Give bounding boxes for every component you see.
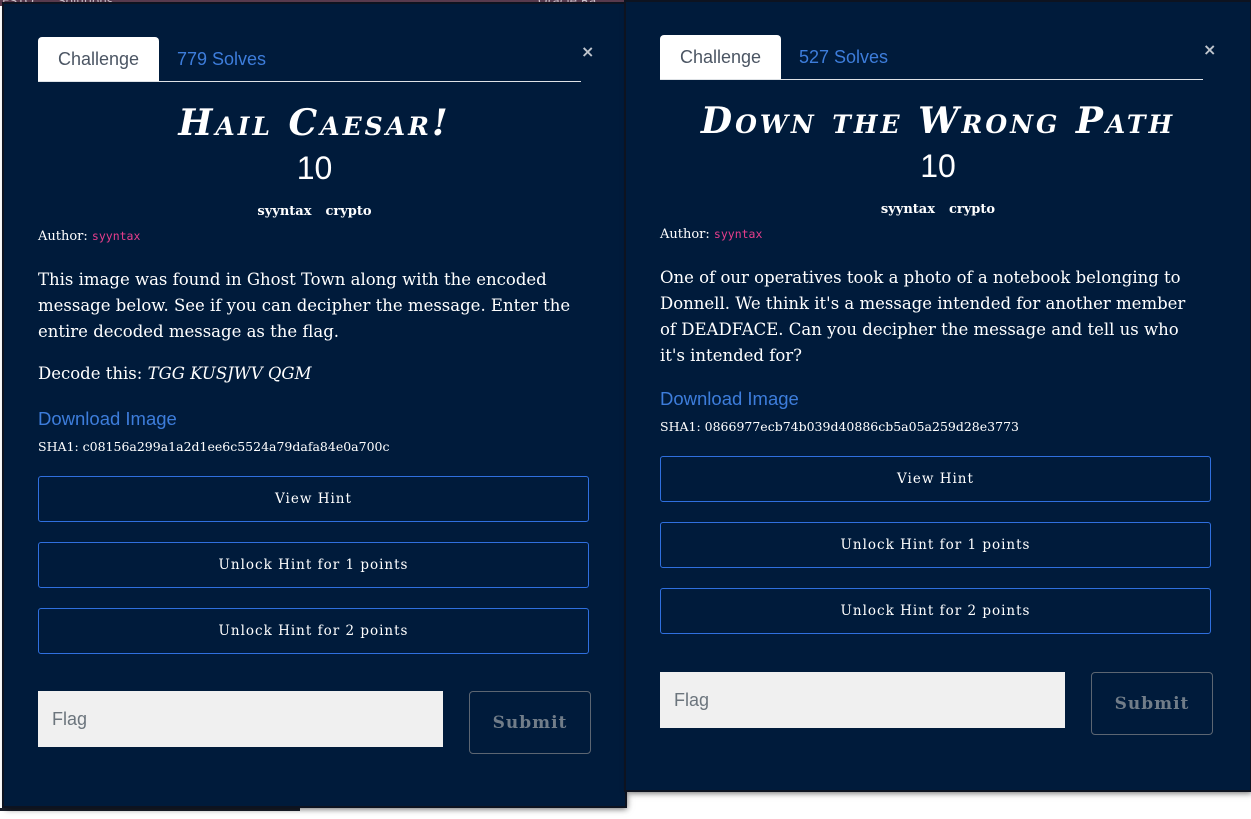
download-image-link[interactable]: Download Image	[38, 408, 177, 430]
tag-author: syyntax	[880, 202, 935, 217]
unlock-hint-1-button[interactable]: Unlock Hint for 1 points	[38, 542, 589, 588]
close-icon[interactable]: ×	[581, 44, 594, 60]
challenge-description: One of our operatives took a photo of a …	[660, 268, 1186, 365]
decode-value: TGG KUSJWV QGM	[147, 364, 312, 383]
challenge-tags: syyntax crypto	[626, 202, 1250, 217]
close-icon[interactable]: ×	[1203, 42, 1216, 58]
decode-label: Decode this:	[38, 364, 143, 383]
download-image-link[interactable]: Download Image	[660, 388, 799, 410]
sha1-hash: SHA1: c08156a299a1a2d1ee6c5524a79dafa84e…	[38, 439, 390, 454]
tag-author: syyntax	[257, 204, 312, 219]
decode-line: Decode this: TGG KUSJWV QGM	[38, 364, 311, 383]
challenge-title: Down the Wrong Path	[700, 100, 1176, 142]
tag-category: crypto	[325, 204, 372, 219]
modal-tabs: Challenge 527 Solves	[660, 35, 1203, 80]
author-name: syyntax	[713, 227, 763, 241]
challenge-modal-hail-caesar: Challenge 779 Solves × Hail Caesar! 10 s…	[4, 4, 625, 806]
tab-solves[interactable]: 779 Solves	[177, 37, 266, 81]
tab-challenge[interactable]: Challenge	[38, 37, 159, 81]
author-label: Author:	[660, 227, 710, 242]
author-label: Author:	[38, 229, 88, 244]
submit-button[interactable]: Submit	[1091, 672, 1213, 735]
tab-solves[interactable]: 527 Solves	[799, 35, 888, 79]
background-edge	[0, 808, 300, 811]
challenge-tags: syyntax crypto	[4, 204, 625, 219]
view-hint-button[interactable]: View Hint	[660, 456, 1211, 502]
modal-tabs: Challenge 779 Solves	[38, 37, 581, 82]
unlock-hint-2-button[interactable]: Unlock Hint for 2 points	[38, 608, 589, 654]
challenge-points: 10	[920, 148, 956, 184]
unlock-hint-2-button[interactable]: Unlock Hint for 2 points	[660, 588, 1211, 634]
challenge-modal-down-the-wrong-path: Challenge 527 Solves × Down the Wrong Pa…	[626, 2, 1250, 790]
flag-input[interactable]	[38, 691, 443, 747]
author-line: Author: syyntax	[38, 229, 140, 244]
author-line: Author: syyntax	[660, 227, 762, 242]
challenge-points: 10	[296, 150, 333, 186]
flag-input[interactable]	[660, 672, 1065, 728]
view-hint-button[interactable]: View Hint	[38, 476, 589, 522]
sha1-hash: SHA1: 0866977ecb74b039d40886cb5a05a259d2…	[660, 419, 1019, 434]
tag-category: crypto	[948, 202, 996, 217]
challenge-title: Hail Caesar!	[178, 102, 451, 144]
unlock-hint-1-button[interactable]: Unlock Hint for 1 points	[660, 522, 1211, 568]
author-name: syyntax	[91, 229, 141, 243]
challenge-description: This image was found in Ghost Town along…	[38, 270, 571, 341]
submit-button[interactable]: Submit	[469, 691, 591, 754]
tab-challenge[interactable]: Challenge	[660, 35, 781, 79]
